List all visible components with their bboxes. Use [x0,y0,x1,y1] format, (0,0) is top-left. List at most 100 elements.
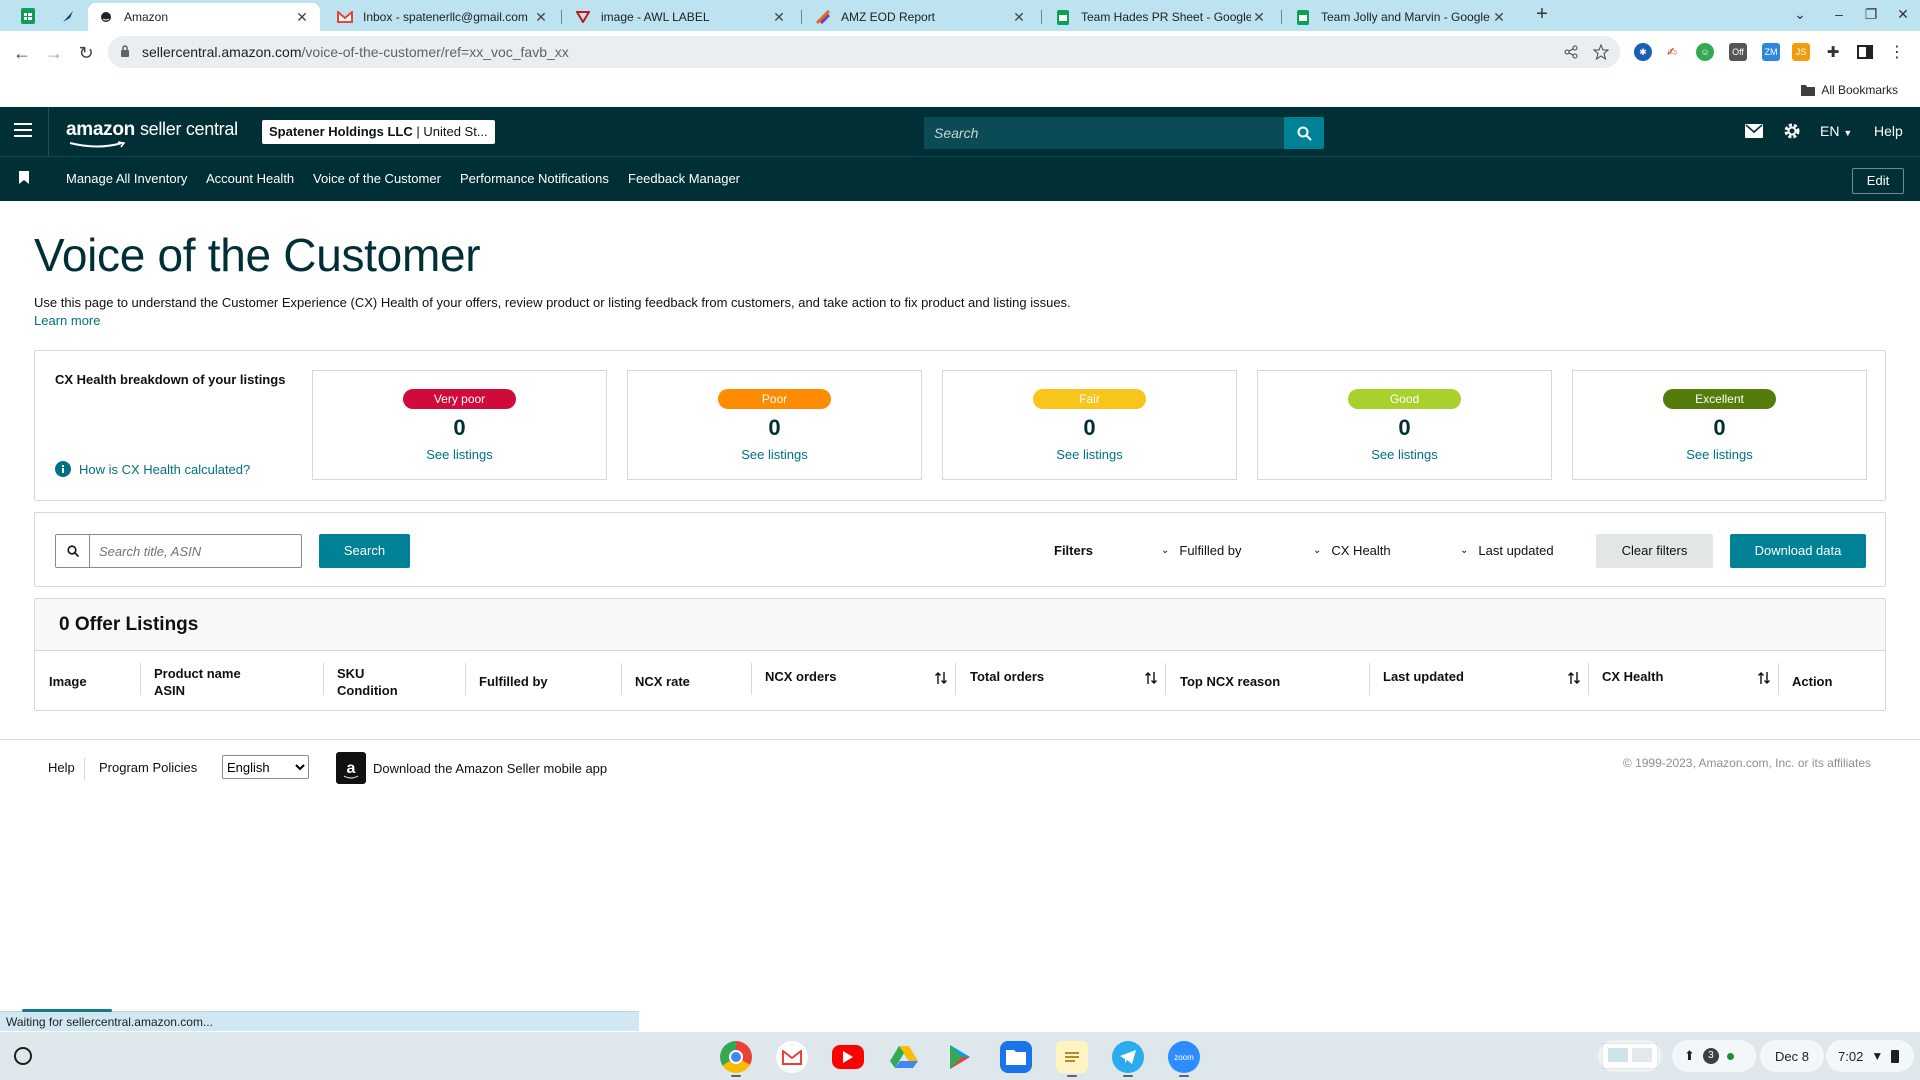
close-tab-icon[interactable]: ✕ [1011,9,1027,26]
cx-breakdown-title: CX Health breakdown of your listings [55,372,286,387]
files-app-icon[interactable] [1000,1041,1032,1073]
tray-date[interactable]: Dec 8 [1760,1040,1824,1072]
extension-off-icon[interactable]: Off [1729,43,1747,61]
clear-filters-button[interactable]: Clear filters [1596,534,1713,568]
col-cx-health[interactable]: CX Health [1602,668,1663,685]
sort-arrows-icon[interactable] [1568,671,1580,685]
edit-nav-button[interactable]: Edit [1852,168,1904,194]
tab-team-hades[interactable]: Team Hades PR Sheet - Google ✕ [1045,3,1277,31]
nav-account-health[interactable]: Account Health [206,171,294,186]
close-tab-icon[interactable]: ✕ [1251,9,1267,26]
notes-app-icon[interactable] [1056,1041,1088,1073]
amazon-favicon-icon [98,9,114,25]
see-listings-poor[interactable]: See listings [628,447,921,462]
close-window-icon[interactable]: ✕ [1893,6,1913,23]
all-bookmarks-button[interactable]: All Bookmarks [1801,83,1898,97]
nav-manage-all-inventory[interactable]: Manage All Inventory [66,171,187,186]
cx-badge-excellent: Excellent [1663,389,1776,409]
drive-app-icon[interactable] [888,1041,920,1073]
forward-arrow-icon[interactable]: → [42,41,66,65]
sort-arrows-icon[interactable] [935,671,947,685]
help-link[interactable]: Help [1874,123,1903,139]
nav-performance-notifications[interactable]: Performance Notifications [460,171,609,186]
tab-gmail[interactable]: Inbox - spatenerllc@gmail.com ✕ [327,3,559,31]
fulfilled-by-dropdown[interactable]: ⌄ Fulfilled by [1161,543,1242,558]
see-listings-good[interactable]: See listings [1258,447,1551,462]
settings-gear-icon[interactable] [1783,122,1801,140]
play-store-app-icon[interactable] [944,1041,976,1073]
col-ncx-orders[interactable]: NCX orders [765,668,837,685]
browser-status-bar: Waiting for sellercentral.amazon.com... [0,1009,639,1031]
chrome-app-icon[interactable] [720,1041,752,1073]
cx-health-dropdown[interactable]: ⌄ CX Health [1313,543,1391,558]
cx-badge-very-poor: Very poor [403,389,516,409]
learn-more-link[interactable]: Learn more [34,313,100,328]
side-panel-icon[interactable] [1856,43,1874,61]
download-data-button[interactable]: Download data [1730,534,1866,568]
bookmark-star-icon[interactable] [1593,44,1609,60]
pinned-tab-feather[interactable] [52,4,84,28]
new-tab-plus-icon[interactable]: + [1532,3,1552,26]
back-arrow-icon[interactable]: ← [10,41,34,65]
see-listings-very-poor[interactable]: See listings [313,447,606,462]
close-tab-icon[interactable]: ✕ [533,9,549,26]
hamburger-menu-icon[interactable] [14,123,32,141]
last-updated-dropdown[interactable]: ⌄ Last updated [1460,543,1554,558]
footer-program-policies-link[interactable]: Program Policies [99,760,197,775]
minimize-icon[interactable]: – [1829,6,1849,22]
tab-team-jolly[interactable]: Team Jolly and Marvin - Google ✕ [1285,3,1517,31]
upload-icon: ⬆ [1684,1048,1695,1063]
tray-clock-status[interactable]: 7:02 ▼ [1826,1040,1914,1072]
tab-awl-label[interactable]: image - AWL LABEL ✕ [565,3,797,31]
tray-status-icons[interactable]: ⬆ 3 [1672,1040,1756,1072]
bookmark-icon[interactable] [19,171,29,184]
sort-arrows-icon[interactable] [1145,671,1157,685]
folder-icon [1801,85,1816,96]
extension-signature-icon[interactable]: ✍ [1663,43,1681,61]
telegram-app-icon[interactable] [1112,1041,1144,1073]
col-last-updated[interactable]: Last updated [1383,668,1464,685]
mail-icon[interactable] [1745,124,1763,138]
nav-feedback-manager[interactable]: Feedback Manager [628,171,740,186]
listing-search-input[interactable] [91,535,299,567]
close-tab-icon[interactable]: ✕ [294,9,310,26]
seller-app-download-link[interactable]: a Download the Amazon Seller mobile app [336,752,607,784]
tab-search-chevron-icon[interactable]: ⌄ [1790,6,1810,23]
browser-menu-kebab-icon[interactable]: ⋮ [1888,43,1906,61]
youtube-app-icon[interactable] [832,1045,864,1069]
loading-progress [22,1009,112,1012]
restore-icon[interactable]: ❐ [1861,6,1881,23]
language-selector[interactable]: EN ▼ [1820,123,1852,139]
extension-blue-icon[interactable]: ✱ [1634,43,1652,61]
nav-voice-of-the-customer[interactable]: Voice of the Customer [313,171,441,186]
tab-amz-eod-report[interactable]: AMZ EOD Report ✕ [805,3,1037,31]
col-total-orders[interactable]: Total orders [970,668,1044,685]
seller-central-logo[interactable]: amazon seller central [66,119,238,148]
see-listings-excellent[interactable]: See listings [1573,447,1866,462]
see-listings-fair[interactable]: See listings [943,447,1236,462]
global-search-button[interactable] [1284,117,1324,149]
search-button[interactable]: Search [319,534,410,568]
launcher-icon[interactable] [14,1047,32,1065]
pinned-tab-sheets[interactable] [12,4,44,28]
tab-amazon[interactable]: Amazon ✕ [88,3,320,31]
address-bar[interactable]: sellercentral.amazon.com/voice-of-the-cu… [108,36,1620,68]
share-icon[interactable] [1564,45,1578,59]
account-switcher[interactable]: Spatener Holdings LLC | United St... [262,120,495,144]
cx-count-excellent: 0 [1713,415,1726,440]
zoom-app-icon[interactable]: zoom [1168,1041,1200,1073]
global-search-input[interactable] [924,117,1284,149]
extension-green-icon[interactable]: ☺ [1696,43,1714,61]
close-tab-icon[interactable]: ✕ [1491,9,1507,26]
cx-health-info-link[interactable]: How is CX Health calculated? [55,461,250,477]
sort-arrows-icon[interactable] [1758,671,1770,685]
footer-help-link[interactable]: Help [48,760,75,775]
close-tab-icon[interactable]: ✕ [771,9,787,26]
extensions-puzzle-icon[interactable]: ✚ [1824,43,1842,61]
tray-screenshot-preview[interactable] [1598,1040,1662,1072]
gmail-app-icon[interactable] [776,1041,808,1073]
extension-js-icon[interactable]: JS [1792,43,1810,61]
reload-icon[interactable]: ↻ [74,41,98,65]
extension-zm-icon[interactable]: ZM [1762,43,1780,61]
footer-language-select[interactable]: English [222,755,309,779]
